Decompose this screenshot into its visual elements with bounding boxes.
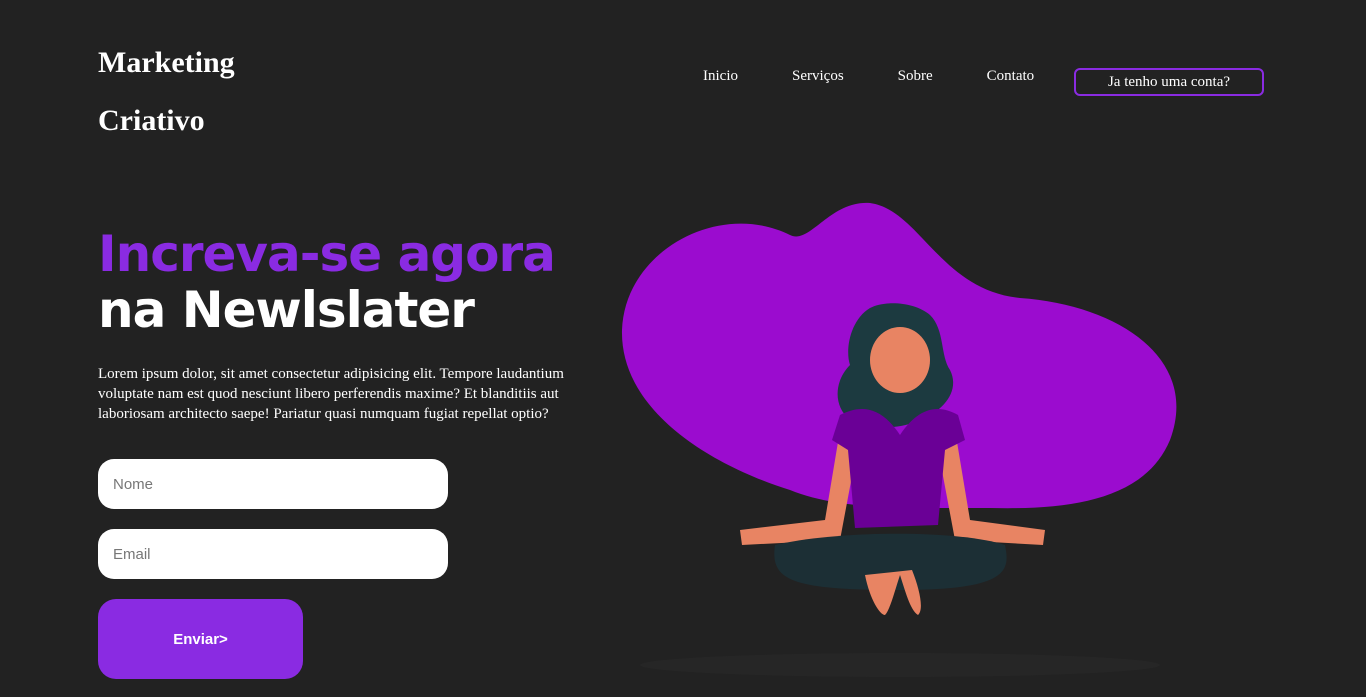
name-input[interactable] bbox=[98, 459, 448, 509]
logo-line-1: Marketing bbox=[98, 46, 235, 79]
hero-title: Increva-se agora na Newlslater bbox=[98, 225, 556, 339]
nav-sobre[interactable]: Sobre bbox=[898, 68, 933, 85]
floor-shadow bbox=[640, 653, 1160, 677]
submit-button[interactable]: Enviar> bbox=[98, 599, 303, 679]
main-nav: Inicio Serviços Sobre Contato bbox=[680, 68, 1034, 85]
face bbox=[870, 327, 930, 393]
hero-description: Lorem ipsum dolor, sit amet consectetur … bbox=[98, 366, 564, 422]
hero-title-main: na Newlslater bbox=[98, 281, 475, 339]
nav-servicos[interactable]: Serviços bbox=[792, 68, 844, 85]
login-button[interactable]: Ja tenho uma conta? bbox=[1074, 68, 1264, 96]
nav-contato[interactable]: Contato bbox=[987, 68, 1035, 85]
hands bbox=[865, 570, 921, 615]
hero-title-accent: Increva-se agora bbox=[98, 225, 556, 283]
email-input[interactable] bbox=[98, 529, 448, 579]
nav-inicio[interactable]: Inicio bbox=[703, 68, 738, 85]
logo-line-2: Criativo bbox=[98, 104, 205, 137]
meditation-illustration bbox=[621, 202, 1177, 677]
logo: Marketing Criativo bbox=[98, 34, 235, 150]
